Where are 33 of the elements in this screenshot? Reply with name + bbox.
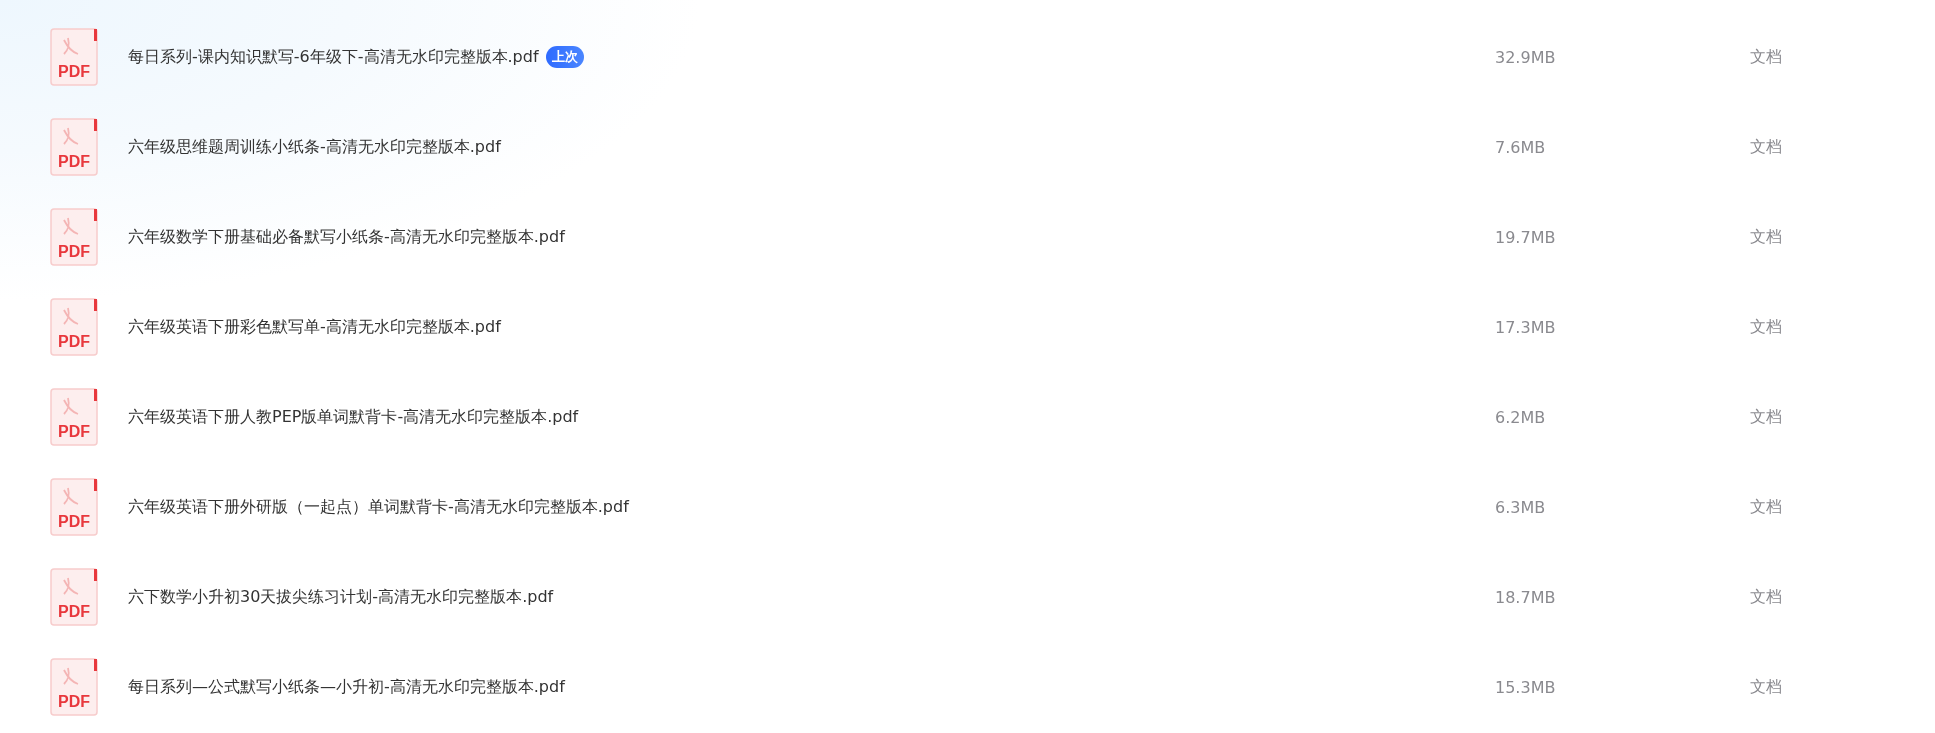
- file-size: 17.3MB: [1495, 317, 1557, 337]
- file-name[interactable]: 每日系列-课内知识默写-6年级下-高清无水印完整版本.pdf: [128, 46, 539, 68]
- file-type: 文档: [1750, 316, 1782, 338]
- pdf-file-icon: PDF: [50, 388, 98, 446]
- pdf-file-icon: PDF: [50, 568, 98, 626]
- file-size: 6.2MB: [1495, 407, 1547, 427]
- pdf-file-icon: PDF: [50, 118, 98, 176]
- pdf-file-icon: PDF: [50, 478, 98, 536]
- pdf-file-icon: PDF: [50, 28, 98, 86]
- file-name[interactable]: 六年级数学下册基础必备默写小纸条-高清无水印完整版本.pdf: [128, 226, 565, 248]
- file-size: 18.7MB: [1495, 587, 1557, 607]
- file-type: 文档: [1750, 46, 1782, 68]
- file-size: 15.3MB: [1495, 677, 1557, 697]
- file-size: 19.7MB: [1495, 227, 1557, 247]
- last-opened-badge: 上次: [545, 46, 584, 68]
- pdf-file-icon: PDF: [50, 208, 98, 266]
- file-type: 文档: [1750, 586, 1782, 608]
- file-name[interactable]: 每日系列—公式默写小纸条—小升初-高清无水印完整版本.pdf: [128, 676, 565, 698]
- file-type: 文档: [1750, 226, 1782, 248]
- file-type: 文档: [1750, 676, 1782, 698]
- file-type: 文档: [1750, 136, 1782, 158]
- file-type: 文档: [1750, 406, 1782, 428]
- file-name[interactable]: 六年级英语下册彩色默写单-高清无水印完整版本.pdf: [128, 316, 501, 338]
- file-size: 32.9MB: [1495, 47, 1557, 67]
- file-size: 6.3MB: [1495, 497, 1547, 517]
- file-name[interactable]: 六下数学小升初30天拔尖练习计划-高清无水印完整版本.pdf: [128, 586, 554, 608]
- pdf-file-icon: PDF: [50, 298, 98, 356]
- pdf-file-icon: PDF: [50, 658, 98, 716]
- file-size: 7.6MB: [1495, 137, 1547, 157]
- file-name[interactable]: 六年级英语下册外研版（一起点）单词默背卡-高清无水印完整版本.pdf: [128, 496, 629, 518]
- file-name[interactable]: 六年级思维题周训练小纸条-高清无水印完整版本.pdf: [128, 136, 501, 158]
- file-type: 文档: [1750, 496, 1782, 518]
- file-name[interactable]: 六年级英语下册人教PEP版单词默背卡-高清无水印完整版本.pdf: [128, 406, 579, 428]
